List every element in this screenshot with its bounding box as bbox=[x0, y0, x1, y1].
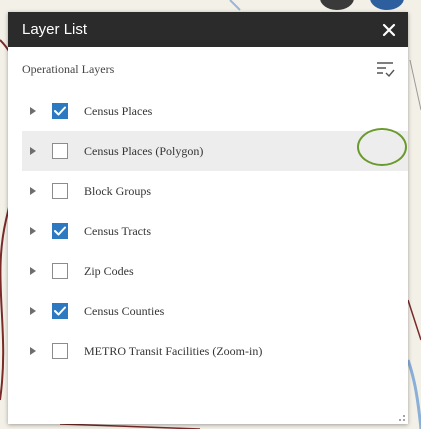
layer-label: Block Groups bbox=[84, 183, 151, 198]
layer-label: Census Counties bbox=[84, 303, 165, 318]
checkmark-icon bbox=[54, 306, 66, 316]
layer-row-census-counties[interactable]: Census Counties bbox=[22, 291, 408, 331]
layer-visibility-checkbox[interactable] bbox=[52, 223, 68, 239]
layer-visibility-checkbox[interactable] bbox=[52, 103, 68, 119]
expand-arrow-icon[interactable] bbox=[28, 306, 38, 316]
close-icon[interactable] bbox=[380, 21, 398, 39]
expand-arrow-icon[interactable] bbox=[28, 226, 38, 236]
checkmark-icon bbox=[54, 106, 66, 116]
layer-row-zip-codes[interactable]: Zip Codes bbox=[22, 251, 408, 291]
panel-subheader: Operational Layers bbox=[8, 47, 408, 91]
layer-label: Census Tracts bbox=[84, 223, 152, 238]
layer-visibility-checkbox[interactable] bbox=[52, 143, 68, 159]
resize-handle-icon[interactable] bbox=[396, 412, 406, 422]
layer-row-metro-transit-facilities[interactable]: METRO Transit Facilities (Zoom-in) bbox=[22, 331, 408, 371]
layer-visibility-checkbox[interactable] bbox=[52, 263, 68, 279]
layer-row-block-groups[interactable]: Block Groups bbox=[22, 171, 408, 211]
checkmark-icon bbox=[54, 226, 66, 236]
layer-label: Census Places (Polygon) bbox=[84, 143, 204, 158]
panel-header: Layer List bbox=[8, 12, 408, 47]
layer-row-census-places-polygon[interactable]: Census Places (Polygon) bbox=[22, 131, 408, 171]
layer-list: Census Places Census Places (Polygon) Bl… bbox=[8, 91, 408, 371]
expand-arrow-icon[interactable] bbox=[28, 266, 38, 276]
layer-label: Zip Codes bbox=[84, 263, 134, 278]
layer-visibility-checkbox[interactable] bbox=[52, 183, 68, 199]
layer-label: Census Places bbox=[84, 103, 153, 118]
expand-arrow-icon[interactable] bbox=[28, 106, 38, 116]
layer-options-icon[interactable] bbox=[374, 58, 396, 80]
expand-arrow-icon[interactable] bbox=[28, 186, 38, 196]
section-label: Operational Layers bbox=[22, 61, 115, 76]
panel-title: Layer List bbox=[22, 21, 88, 38]
layer-list-panel: Layer List Operational Layers Census Pla… bbox=[8, 12, 408, 424]
layer-visibility-checkbox[interactable] bbox=[52, 303, 68, 319]
layer-visibility-checkbox[interactable] bbox=[52, 343, 68, 359]
layer-row-census-tracts[interactable]: Census Tracts bbox=[22, 211, 408, 251]
layer-row-census-places[interactable]: Census Places bbox=[22, 91, 408, 131]
expand-arrow-icon[interactable] bbox=[28, 346, 38, 356]
expand-arrow-icon[interactable] bbox=[28, 146, 38, 156]
layer-label: METRO Transit Facilities (Zoom-in) bbox=[84, 343, 263, 358]
